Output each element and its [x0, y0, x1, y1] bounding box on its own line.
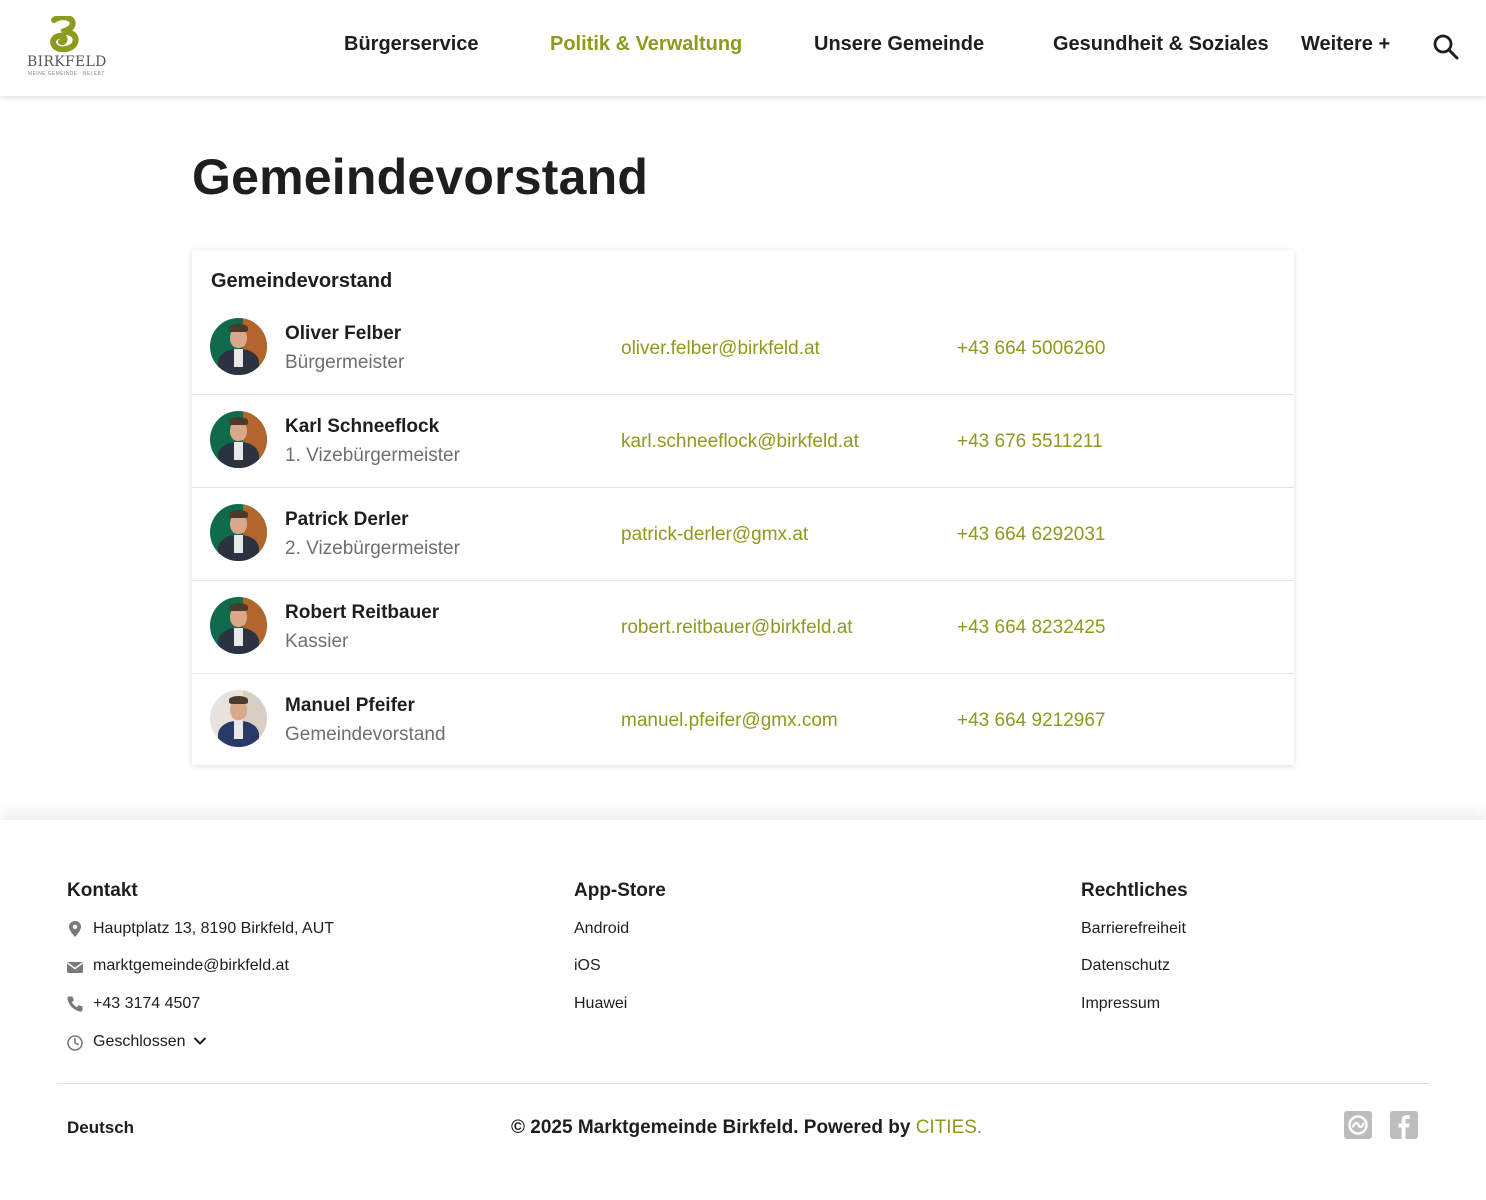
member-phone-link[interactable]: +43 664 6292031	[957, 524, 1105, 546]
appstore-ios-link[interactable]: iOS	[574, 957, 601, 975]
member-email-link[interactable]: manuel.pfeifer@gmx.com	[621, 710, 838, 732]
footer-phone-link[interactable]: +43 3174 4507	[93, 995, 200, 1013]
legal-barrierefreiheit-link[interactable]: Barrierefreiheit	[1081, 920, 1186, 938]
member-role: Gemeindevorstand	[285, 724, 446, 745]
member-name: Robert Reitbauer	[285, 602, 440, 623]
footer-address: Hauptplatz 13, 8190 Birkfeld, AUT	[93, 920, 335, 937]
footer-divider	[57, 1083, 1429, 1084]
copyright-text: © 2025 Marktgemeinde Birkfeld. Powered b…	[511, 1117, 982, 1139]
nav-buergerservice[interactable]: Bürgerservice	[344, 33, 479, 56]
footer-appstore-title: App-Store	[574, 880, 666, 901]
footer-kontakt-title: Kontakt	[67, 880, 138, 901]
phone-icon	[67, 996, 83, 1012]
member-row: Robert Reitbauer Kassier robert.reitbaue…	[192, 581, 1294, 674]
site-header: BIRKFELD MEINE GEMEINDE · BELEBT Bürgers…	[0, 0, 1486, 96]
birkfeld-logo[interactable]: BIRKFELD MEINE GEMEINDE · BELEBT	[26, 16, 106, 80]
member-phone-link[interactable]: +43 664 9212967	[957, 710, 1105, 732]
member-phone-link[interactable]: +43 664 5006260	[957, 338, 1105, 360]
opening-hours-toggle[interactable]: Geschlossen	[93, 1033, 207, 1051]
footer-email-link[interactable]: marktgemeinde@birkfeld.at	[93, 957, 289, 975]
clock-icon	[67, 1035, 83, 1051]
member-role: 2. Vizebürgermeister	[285, 538, 460, 559]
mail-icon	[67, 962, 83, 973]
member-row: Oliver Felber Bürgermeister oliver.felbe…	[192, 302, 1294, 395]
cities-social-button[interactable]	[1344, 1111, 1372, 1139]
search-button[interactable]	[1432, 33, 1460, 61]
nav-politik-verwaltung[interactable]: Politik & Verwaltung	[550, 33, 742, 56]
birkfeld-logo-mark	[50, 16, 79, 52]
avatar	[210, 411, 267, 468]
avatar	[210, 318, 267, 375]
chevron-down-icon	[193, 1037, 207, 1045]
legal-datenschutz-link[interactable]: Datenschutz	[1081, 957, 1170, 975]
page-title: Gemeindevorstand	[192, 149, 649, 205]
footer-legal-title: Rechtliches	[1081, 880, 1188, 901]
card-title: Gemeindevorstand	[211, 270, 393, 292]
brand-tagline: MEINE GEMEINDE · BELEBT	[28, 71, 105, 77]
member-name: Patrick Derler	[285, 509, 409, 530]
member-row: Karl Schneeflock 1. Vizebürgermeister ka…	[192, 395, 1294, 488]
member-email-link[interactable]: patrick-derler@gmx.at	[621, 524, 808, 546]
member-email-link[interactable]: karl.schneeflock@birkfeld.at	[621, 431, 859, 453]
member-role: Kassier	[285, 631, 349, 652]
brand-name: BIRKFELD	[27, 54, 107, 70]
appstore-android-link[interactable]: Android	[574, 920, 629, 938]
member-phone-link[interactable]: +43 676 5511211	[957, 431, 1103, 453]
avatar	[210, 504, 267, 561]
location-pin-icon	[69, 921, 81, 937]
search-icon	[1433, 34, 1459, 60]
member-role: Bürgermeister	[285, 352, 405, 373]
member-name: Karl Schneeflock	[285, 416, 440, 437]
members-card: Gemeindevorstand Oliver Felber Bürgermei…	[192, 250, 1294, 765]
member-role: 1. Vizebürgermeister	[285, 445, 460, 466]
legal-impressum-link[interactable]: Impressum	[1081, 995, 1160, 1013]
nav-weitere[interactable]: Weitere +	[1301, 33, 1390, 56]
nav-gesundheit-soziales[interactable]: Gesundheit & Soziales	[1053, 33, 1269, 56]
appstore-huawei-link[interactable]: Huawei	[574, 995, 627, 1013]
avatar	[210, 597, 267, 654]
cities-icon	[1348, 1115, 1368, 1135]
nav-unsere-gemeinde[interactable]: Unsere Gemeinde	[814, 33, 984, 56]
facebook-icon	[1398, 1115, 1410, 1139]
member-email-link[interactable]: robert.reitbauer@birkfeld.at	[621, 617, 853, 639]
language-selector[interactable]: Deutsch	[67, 1118, 134, 1138]
cities-link[interactable]: CITIES.	[916, 1117, 983, 1138]
member-row: Patrick Derler 2. Vizebürgermeister patr…	[192, 488, 1294, 581]
avatar	[210, 690, 267, 747]
copyright-label: © 2025 Marktgemeinde Birkfeld. Powered b…	[511, 1117, 911, 1138]
member-name: Oliver Felber	[285, 323, 402, 344]
member-phone-link[interactable]: +43 664 8232425	[957, 617, 1105, 639]
opening-hours-status: Geschlossen	[93, 1033, 186, 1050]
member-email-link[interactable]: oliver.felber@birkfeld.at	[621, 338, 820, 360]
member-name: Manuel Pfeifer	[285, 695, 415, 716]
member-row: Manuel Pfeifer Gemeindevorstand manuel.p…	[192, 674, 1294, 767]
site-footer: Kontakt Hauptplatz 13, 8190 Birkfeld, AU…	[0, 820, 1486, 1200]
facebook-social-button[interactable]	[1390, 1111, 1418, 1139]
